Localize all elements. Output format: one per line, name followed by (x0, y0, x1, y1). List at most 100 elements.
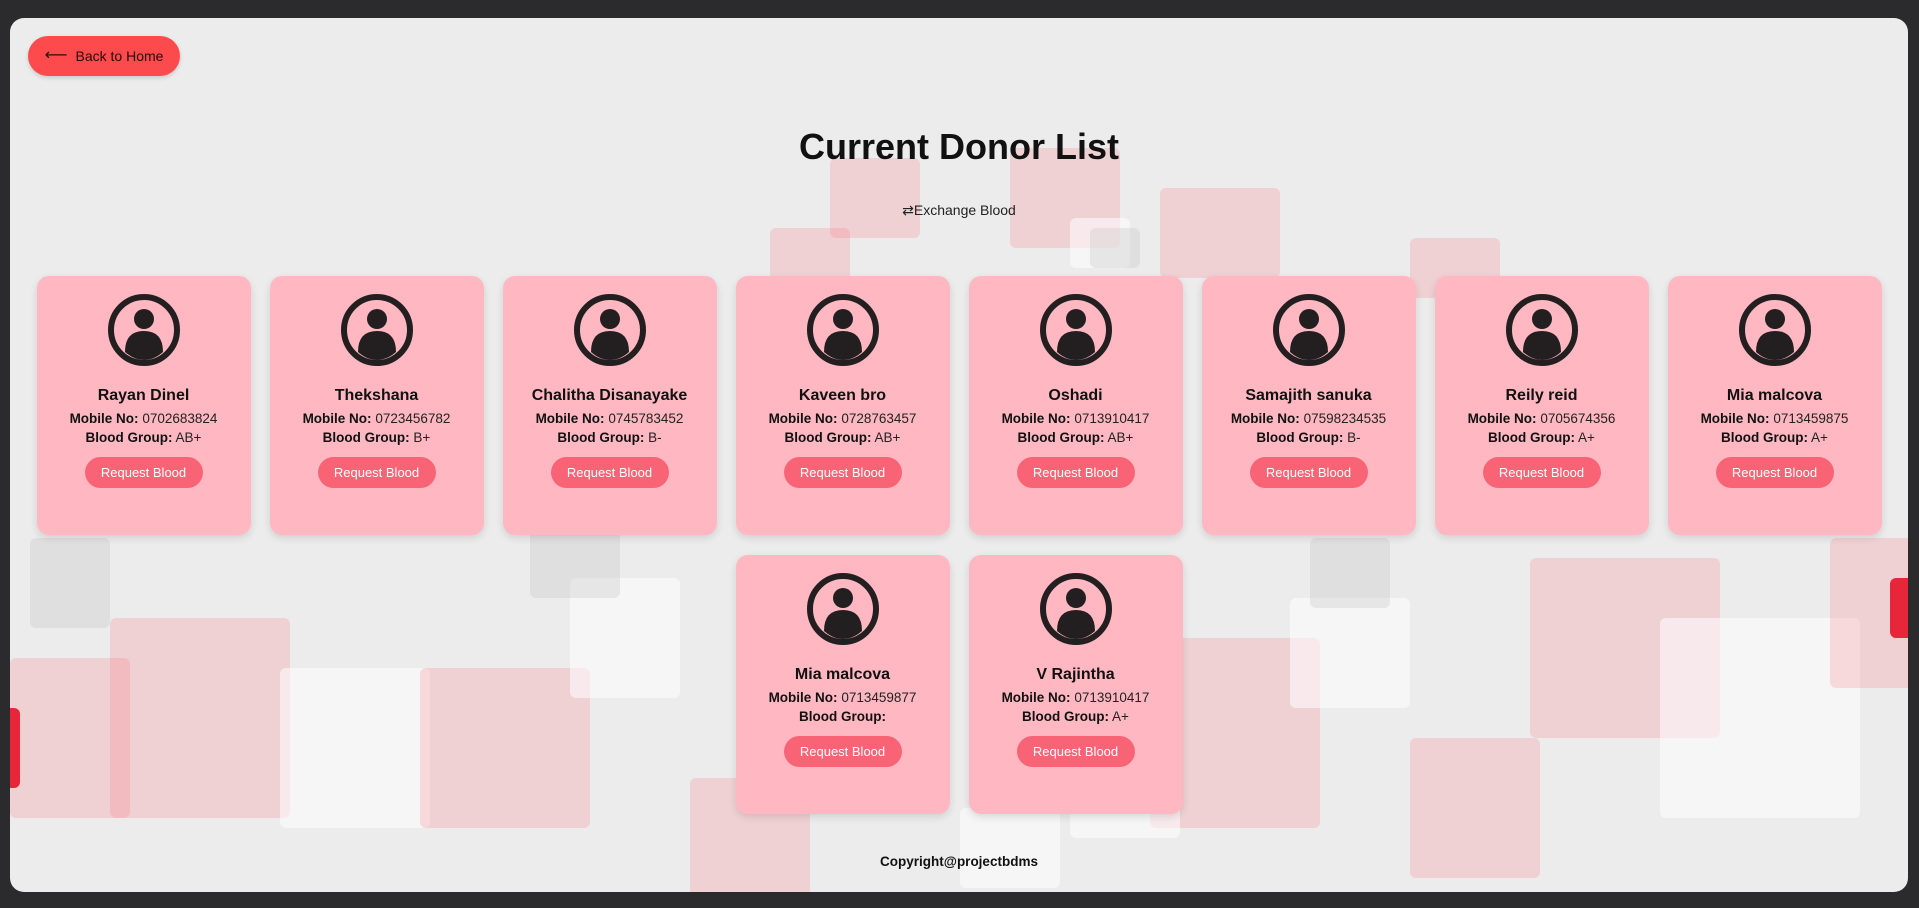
blood-group-value: A+ (1112, 709, 1129, 724)
blood-group-label: Blood Group: (799, 709, 886, 724)
mobile-label: Mobile No: (1467, 411, 1537, 426)
blood-group-value: AB+ (1107, 430, 1134, 445)
mobile-label: Mobile No: (1001, 690, 1071, 705)
user-avatar-icon (806, 294, 879, 366)
left-arrow-icon: ⟵ (44, 47, 68, 64)
mobile-value: 0713910417 (1074, 411, 1150, 426)
donor-card: Rayan Dinel Mobile No: 0702683824 Blood … (36, 276, 251, 535)
mobile-value: 07598234535 (1303, 411, 1387, 426)
user-avatar-icon (1039, 294, 1112, 366)
donor-mobile: Mobile No: 0702683824 (70, 411, 218, 426)
mobile-value: 0713910417 (1074, 690, 1150, 705)
donor-blood-group: Blood Group: B- (1256, 430, 1360, 445)
footer-copyright: Copyright@projectbdms (880, 854, 1038, 869)
donor-grid: Rayan Dinel Mobile No: 0702683824 Blood … (34, 276, 1884, 814)
donor-card: Oshadi Mobile No: 0713910417 Blood Group… (968, 276, 1183, 535)
donor-mobile: Mobile No: 0723456782 (303, 411, 451, 426)
blood-group-label: Blood Group: (1022, 709, 1110, 724)
donor-card: Reily reid Mobile No: 0705674356 Blood G… (1434, 276, 1649, 535)
blood-group-value: B- (648, 430, 662, 445)
blood-group-label: Blood Group: (1721, 430, 1809, 445)
exchange-icon: ⇄ (902, 202, 914, 218)
blood-group-value: AB+ (175, 430, 202, 445)
donor-name: Chalitha Disanayake (531, 387, 688, 404)
donor-blood-group: Blood Group: B- (557, 430, 661, 445)
mobile-value: 0713459875 (1773, 411, 1849, 426)
mobile-value: 0723456782 (375, 411, 451, 426)
donor-card: Samajith sanuka Mobile No: 07598234535 B… (1201, 276, 1416, 535)
donor-name: Mia malcova (794, 666, 891, 683)
blood-group-value: B- (1347, 430, 1361, 445)
donor-mobile: Mobile No: 0713910417 (1002, 690, 1150, 705)
blood-group-value: AB+ (874, 430, 901, 445)
donor-blood-group: Blood Group: B+ (323, 430, 431, 445)
donor-name: Samajith sanuka (1245, 387, 1372, 404)
donor-name: Oshadi (1048, 387, 1103, 404)
donor-name: Thekshana (334, 387, 419, 404)
request-blood-button[interactable]: Request Blood (84, 457, 203, 488)
donor-blood-group: Blood Group: (799, 709, 886, 724)
exchange-blood-link[interactable]: ⇄Exchange Blood (10, 202, 1908, 219)
donor-mobile: Mobile No: 0713459877 (769, 690, 917, 705)
blood-group-label: Blood Group: (784, 430, 872, 445)
mobile-value: 0728763457 (841, 411, 917, 426)
blood-group-label: Blood Group: (85, 430, 173, 445)
user-avatar-icon (1272, 294, 1345, 366)
user-avatar-icon (1505, 294, 1578, 366)
mobile-label: Mobile No: (1230, 411, 1300, 426)
blood-group-label: Blood Group: (322, 430, 410, 445)
back-to-home-button[interactable]: ⟵ Back to Home (28, 36, 180, 76)
donor-card: Kaveen bro Mobile No: 0728763457 Blood G… (735, 276, 950, 535)
donor-name: Kaveen bro (798, 387, 887, 404)
mobile-label: Mobile No: (768, 690, 838, 705)
request-blood-button[interactable]: Request Blood (783, 457, 902, 488)
request-blood-button[interactable]: Request Blood (1482, 457, 1601, 488)
user-avatar-icon (340, 294, 413, 366)
mobile-value: 0702683824 (142, 411, 218, 426)
request-blood-button[interactable]: Request Blood (1715, 457, 1834, 488)
donor-blood-group: Blood Group: A+ (1721, 430, 1828, 445)
donor-name: V Rajintha (1036, 666, 1115, 683)
request-blood-button[interactable]: Request Blood (1249, 457, 1368, 488)
user-avatar-icon (806, 573, 879, 645)
donor-mobile: Mobile No: 07598234535 (1231, 411, 1386, 426)
blood-group-value: B+ (413, 430, 431, 445)
request-blood-button[interactable]: Request Blood (550, 457, 669, 488)
blood-group-value: A+ (1811, 430, 1828, 445)
blood-group-label: Blood Group: (1256, 430, 1344, 445)
blood-group-label: Blood Group: (1017, 430, 1105, 445)
donor-card: Chalitha Disanayake Mobile No: 074578345… (502, 276, 717, 535)
mobile-label: Mobile No: (1700, 411, 1770, 426)
donor-blood-group: Blood Group: AB+ (1018, 430, 1134, 445)
request-blood-button[interactable]: Request Blood (1016, 736, 1135, 767)
user-avatar-icon (1738, 294, 1811, 366)
donor-mobile: Mobile No: 0728763457 (769, 411, 917, 426)
page-title: Current Donor List (799, 126, 1119, 167)
mobile-value: 0713459877 (841, 690, 917, 705)
mobile-label: Mobile No: (1001, 411, 1071, 426)
mobile-label: Mobile No: (535, 411, 605, 426)
donor-name: Reily reid (1505, 387, 1578, 404)
donor-blood-group: Blood Group: AB+ (86, 430, 202, 445)
donor-mobile: Mobile No: 0713459875 (1701, 411, 1849, 426)
request-blood-button[interactable]: Request Blood (783, 736, 902, 767)
page-frame: ⟵ Back to Home Current Donor List ⇄Excha… (10, 18, 1908, 892)
request-blood-button[interactable]: Request Blood (317, 457, 436, 488)
donor-mobile: Mobile No: 0745783452 (536, 411, 684, 426)
exchange-blood-label: Exchange Blood (913, 202, 1016, 218)
donor-name: Mia malcova (1726, 387, 1823, 404)
request-blood-button[interactable]: Request Blood (1016, 457, 1135, 488)
donor-blood-group: Blood Group: AB+ (785, 430, 901, 445)
donor-card: Thekshana Mobile No: 0723456782 Blood Gr… (269, 276, 484, 535)
donor-mobile: Mobile No: 0705674356 (1468, 411, 1616, 426)
mobile-label: Mobile No: (768, 411, 838, 426)
donor-blood-group: Blood Group: A+ (1022, 709, 1129, 724)
donor-mobile: Mobile No: 0713910417 (1002, 411, 1150, 426)
mobile-label: Mobile No: (302, 411, 372, 426)
donor-card: V Rajintha Mobile No: 0713910417 Blood G… (968, 555, 1183, 814)
mobile-value: 0745783452 (608, 411, 684, 426)
blood-group-label: Blood Group: (557, 430, 645, 445)
user-avatar-icon (573, 294, 646, 366)
donor-card: Mia malcova Mobile No: 0713459877 Blood … (735, 555, 950, 814)
mobile-label: Mobile No: (69, 411, 139, 426)
